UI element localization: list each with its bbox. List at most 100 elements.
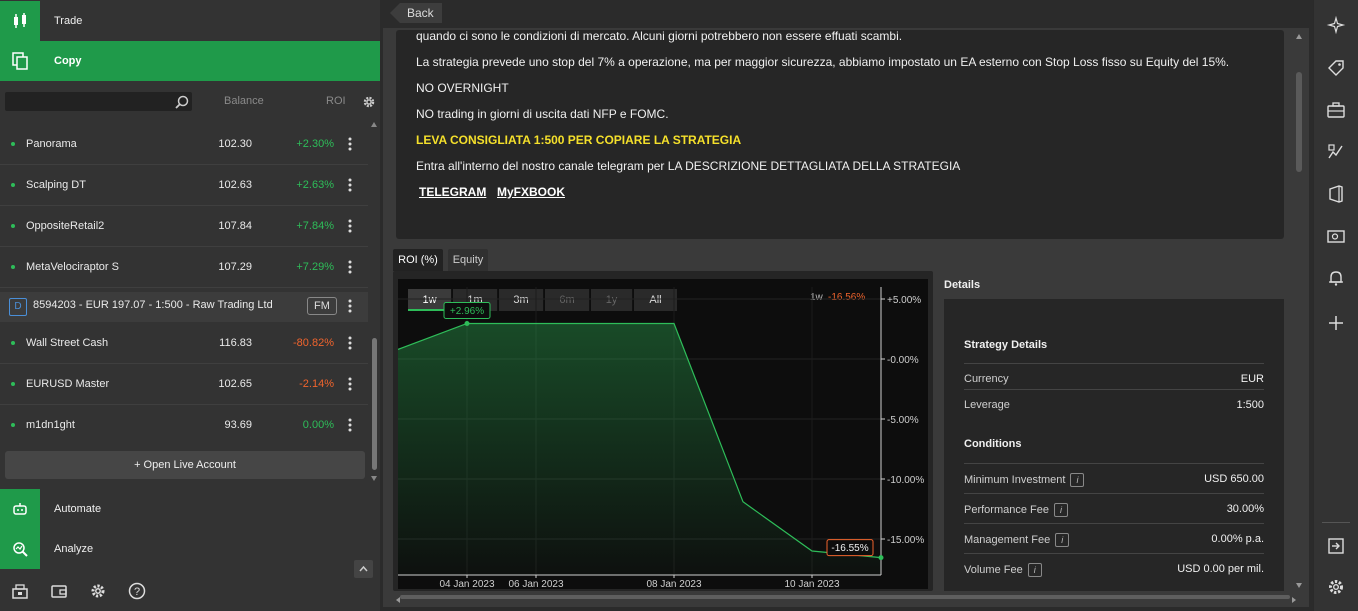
strategy-roi: -80.82% [293, 337, 334, 349]
fm-button[interactable]: FM [307, 297, 337, 315]
status-dot [11, 423, 15, 427]
kebab-menu-icon[interactable] [346, 177, 354, 193]
data-point-marker [464, 320, 470, 326]
exit-icon[interactable] [1326, 536, 1346, 556]
strategy-balance: 107.84 [218, 220, 252, 232]
briefcase-icon[interactable] [1326, 100, 1346, 120]
kebab-menu-icon[interactable] [346, 335, 354, 351]
kebab-menu-icon[interactable] [346, 136, 354, 152]
kebab-menu-icon[interactable] [346, 259, 354, 275]
candlestick-icon [0, 1, 40, 41]
nav-analyze[interactable]: Analyze [0, 529, 380, 569]
strategy-name: Scalping DT [26, 179, 86, 191]
tab-roi[interactable]: ROI (%) [393, 249, 443, 271]
detail-value: 0.00% p.a. [1211, 533, 1264, 545]
nav-automate[interactable]: Automate [0, 489, 380, 529]
sparkle-icon[interactable] [1326, 15, 1346, 35]
strategy-details-heading: Strategy Details [964, 339, 1048, 351]
detail-row-leverage: Leverage 1:500 [964, 389, 1264, 419]
column-roi[interactable]: ROI [326, 95, 346, 107]
status-dot [11, 224, 15, 228]
nav-copy[interactable]: Copy [0, 41, 380, 81]
strategy-balance: 93.69 [224, 419, 252, 431]
strategy-name: OppositeRetail2 [26, 220, 105, 232]
tag-icon[interactable] [1326, 58, 1346, 78]
list-item[interactable]: m1dn1ght 93.69 0.00% [0, 405, 368, 446]
add-icon[interactable] [1326, 313, 1346, 333]
detail-key: Currency [964, 373, 1009, 385]
search-input[interactable] [5, 92, 192, 111]
copy-icon [0, 41, 40, 81]
description-line: Entra all'interno del nostro canale tele… [416, 159, 961, 173]
detail-key: Performance Fee [964, 503, 1049, 516]
kebab-menu-icon[interactable] [346, 298, 354, 314]
settings-gear-icon[interactable] [89, 582, 107, 600]
main-scrollbar-thumb[interactable] [1296, 72, 1302, 172]
settings-icon[interactable] [1326, 577, 1346, 597]
account-type-badge: D [9, 298, 27, 316]
kebab-menu-icon[interactable] [346, 376, 354, 392]
back-button[interactable]: Back [390, 3, 442, 23]
wallet-icon[interactable] [50, 582, 68, 600]
detail-value: USD 650.00 [1204, 473, 1264, 485]
strategy-balance: 116.83 [219, 337, 252, 349]
nav-trade[interactable]: Trade [0, 1, 380, 41]
list-scrollbar-thumb[interactable] [372, 338, 377, 470]
search-icon[interactable] [175, 95, 189, 109]
info-icon[interactable]: i [1055, 533, 1070, 547]
open-live-account-button[interactable]: + Open Live Account [5, 451, 365, 479]
help-icon[interactable]: ? [128, 582, 146, 600]
description-line: quando ci sono le condizioni di mercato.… [416, 29, 903, 43]
office-icon[interactable] [1326, 184, 1346, 204]
bell-icon[interactable] [1326, 268, 1346, 288]
kebab-menu-icon[interactable] [346, 417, 354, 433]
list-item[interactable]: Scalping DT 102.63 +2.63% [0, 165, 368, 206]
detail-key-wrap: Volume Fee i [964, 563, 1042, 577]
horizontal-scrollbar-thumb[interactable] [400, 595, 1290, 599]
info-icon[interactable]: i [1053, 503, 1068, 517]
info-icon[interactable]: i [1027, 563, 1042, 577]
list-item[interactable]: Panorama 102.30 +2.30% [0, 124, 368, 165]
myfxbook-link[interactable]: MyFXBOOK [497, 185, 565, 199]
list-item[interactable]: Wall Street Cash 116.83 -80.82% [0, 323, 368, 364]
list-item[interactable]: EURUSD Master 102.65 -2.14% [0, 364, 368, 405]
nav-copy-label: Copy [54, 55, 82, 67]
strategy-balance: 102.30 [218, 138, 252, 150]
description-line: La strategia prevede uno stop del 7% a o… [416, 55, 1230, 69]
detail-value: 1:500 [1236, 399, 1264, 411]
data-point-marker [878, 555, 884, 561]
kebab-menu-icon[interactable] [346, 218, 354, 234]
x-tick-label: 06 Jan 2023 [508, 579, 563, 589]
status-dot [11, 382, 15, 386]
x-tick-label: 08 Jan 2023 [646, 579, 701, 589]
collapse-button[interactable] [354, 560, 373, 578]
status-dot [11, 183, 15, 187]
description-highlight: LEVA CONSIGLIATA 1:500 PER COPIARE LA ST… [416, 133, 742, 147]
money-icon[interactable] [1326, 226, 1346, 246]
column-balance[interactable]: Balance [224, 95, 264, 107]
detail-key-wrap: Performance Fee i [964, 503, 1068, 517]
list-item[interactable]: MetaVelociraptor S 107.29 +7.29% [0, 247, 368, 288]
strategy-balance: 107.29 [218, 261, 252, 273]
strategy-roi: +7.84% [296, 220, 334, 232]
nav-analyze-label: Analyze [54, 543, 94, 555]
cash-register-icon[interactable] [11, 582, 29, 600]
strategy-roi: +2.63% [296, 179, 334, 191]
list-item[interactable]: OppositeRetail2 107.84 +7.84% [0, 206, 368, 247]
detail-key: Minimum Investment [964, 473, 1066, 486]
x-tick-label: 04 Jan 2023 [439, 579, 494, 589]
analyze-icon [0, 529, 40, 569]
strategy-name: MetaVelociraptor S [26, 261, 119, 273]
strategy-balance: 102.65 [218, 378, 252, 390]
tab-equity[interactable]: Equity [448, 249, 488, 271]
detail-key: Leverage [964, 399, 1010, 411]
strategy-name: Panorama [26, 138, 77, 150]
nav-trade-label: Trade [54, 15, 83, 27]
telegram-link[interactable]: TELEGRAM [419, 185, 486, 199]
info-icon[interactable]: i [1070, 473, 1085, 487]
y-tick-label: -15.00% [887, 535, 924, 546]
roi-chart: +5.00% -0.00% -5.00% -10.00% -15.00% 04 Jan 2… [398, 287, 924, 589]
roi-area [398, 323, 881, 575]
gear-icon[interactable] [362, 95, 376, 109]
chart-analysis-icon[interactable] [1326, 142, 1346, 162]
